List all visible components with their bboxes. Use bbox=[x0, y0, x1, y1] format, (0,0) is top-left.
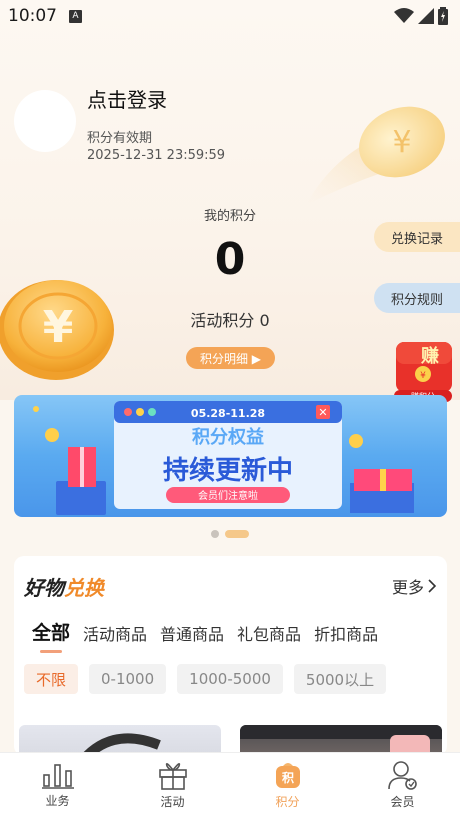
tabbar-business[interactable]: 业务 bbox=[0, 753, 115, 817]
member-icon bbox=[387, 761, 417, 790]
tabbar-label-business: 业务 bbox=[45, 794, 70, 808]
signal-icon bbox=[418, 8, 434, 24]
svg-text:✕: ✕ bbox=[318, 406, 327, 419]
filter-0-1000[interactable]: 0-1000 bbox=[89, 664, 167, 694]
points-bag-icon: 积 bbox=[275, 763, 300, 788]
tabbar-activity[interactable]: 活动 bbox=[115, 753, 230, 817]
tab-activity-goods[interactable]: 活动商品 bbox=[83, 621, 147, 645]
svg-text:¥: ¥ bbox=[420, 371, 426, 381]
floating-coin-icon: ¥ bbox=[306, 106, 445, 205]
notification-icon: A bbox=[69, 9, 82, 23]
promo-banner[interactable]: ✕ 05.28-11.28 积分权益 持续更新中 会员们注意啦 bbox=[14, 395, 447, 517]
tabbar-member[interactable]: 会员 bbox=[345, 753, 460, 817]
bottom-tab-bar: 业务 活动 积 积分 会员 bbox=[0, 752, 460, 817]
exchange-record-button[interactable]: 兑换记录 bbox=[374, 222, 460, 252]
more-link[interactable]: 更多 bbox=[392, 574, 437, 598]
goods-title-part2: 兑换 bbox=[64, 576, 104, 600]
goods-title: 好物兑换 bbox=[24, 572, 104, 601]
battery-icon bbox=[438, 7, 448, 25]
banner-sub-text: 会员们注意啦 bbox=[198, 489, 258, 502]
status-right bbox=[394, 7, 448, 25]
tabbar-points[interactable]: 积 积分 bbox=[230, 753, 345, 817]
earn-badge-char: 赚 bbox=[420, 345, 439, 367]
points-detail-button[interactable]: 积分明细 ▶ bbox=[186, 347, 275, 369]
banner-main-text: 持续更新中 bbox=[163, 455, 293, 486]
tab-all[interactable]: 全部 bbox=[32, 618, 70, 653]
status-time: 10:07 bbox=[8, 6, 57, 26]
points-bag-badge: 积 bbox=[281, 770, 293, 785]
banner-headline: 积分权益 bbox=[192, 426, 264, 448]
status-bar: 10:07 A bbox=[0, 0, 460, 32]
banner-art: ✕ 05.28-11.28 积分权益 持续更新中 会员们注意啦 bbox=[33, 401, 414, 515]
filter-5000-plus[interactable]: 5000以上 bbox=[293, 664, 387, 694]
login-link[interactable]: 点击登录 bbox=[87, 84, 167, 113]
gift-icon bbox=[158, 762, 187, 790]
banner-dot-active[interactable] bbox=[225, 530, 249, 538]
chevron-right-icon bbox=[428, 579, 437, 593]
filter-1000-5000[interactable]: 1000-5000 bbox=[177, 664, 283, 694]
expire-label: 积分有效期 bbox=[87, 131, 153, 146]
filter-unlimited[interactable]: 不限 bbox=[24, 664, 79, 694]
expire-date: 2025-12-31 23:59:59 bbox=[87, 148, 226, 163]
avatar[interactable] bbox=[14, 90, 76, 152]
tab-gift-goods[interactable]: 礼包商品 bbox=[237, 621, 301, 645]
banner-date: 05.28-11.28 bbox=[191, 407, 265, 420]
goods-tabs: 全部 活动商品 普通商品 礼包商品 折扣商品 bbox=[32, 618, 391, 653]
status-left: 10:07 A bbox=[8, 6, 82, 26]
goods-title-part1: 好物 bbox=[24, 576, 64, 600]
tabbar-label-activity: 活动 bbox=[160, 795, 185, 809]
bar-chart-icon bbox=[41, 764, 74, 789]
banner-dot[interactable] bbox=[211, 530, 219, 538]
points-range-filters: 不限 0-1000 1000-5000 5000以上 bbox=[24, 664, 387, 694]
tab-normal-goods[interactable]: 普通商品 bbox=[160, 621, 224, 645]
points-rules-button[interactable]: 积分规则 bbox=[374, 283, 460, 313]
wifi-icon bbox=[394, 8, 414, 23]
tab-discount-goods[interactable]: 折扣商品 bbox=[314, 621, 378, 645]
banner-pagination bbox=[0, 530, 460, 538]
tabbar-label-member: 会员 bbox=[390, 795, 415, 809]
svg-text:¥: ¥ bbox=[392, 125, 411, 160]
more-label: 更多 bbox=[391, 578, 424, 597]
tabbar-label-points: 积分 bbox=[275, 795, 300, 809]
